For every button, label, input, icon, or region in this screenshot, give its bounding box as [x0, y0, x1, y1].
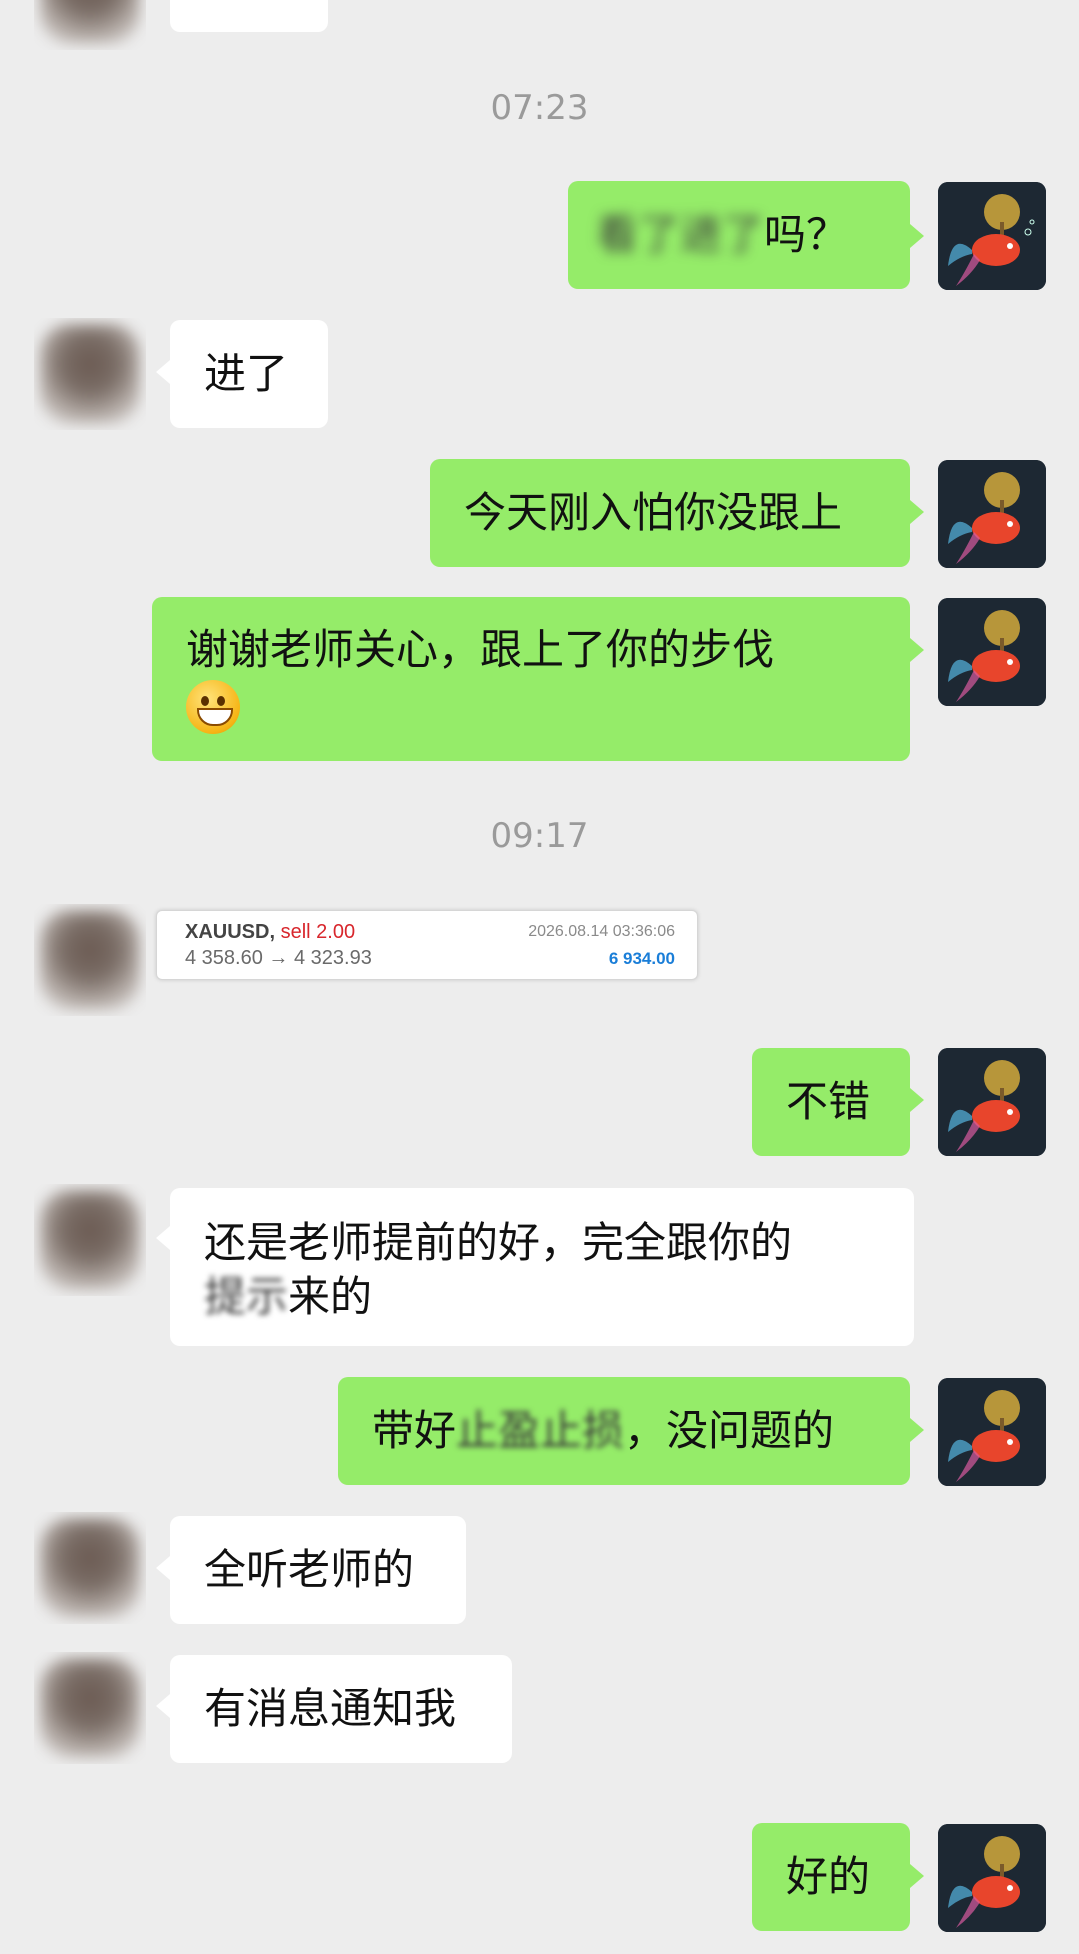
message-text: 有消息通知我: [204, 1684, 457, 1733]
contact-avatar[interactable]: [34, 1652, 146, 1764]
message-bubble[interactable]: 全听老师的: [170, 1516, 466, 1624]
timestamp: 07:23: [490, 88, 589, 128]
my-avatar[interactable]: [938, 182, 1046, 290]
bubble-tail: [156, 360, 170, 384]
goldfish-avatar-icon: [938, 460, 1046, 568]
message-text: 还是老师提前的好，完全跟你的: [204, 1218, 793, 1267]
message-text: 吗？: [764, 210, 849, 259]
message-text: 好的: [786, 1852, 871, 1901]
message-bubble[interactable]: 今天刚入怕你没跟上: [430, 459, 910, 567]
bubble-tail: [910, 1418, 924, 1442]
bubble-tail: [910, 638, 924, 662]
blurred-text: 看了进了: [596, 210, 765, 259]
contact-avatar[interactable]: [34, 0, 146, 50]
bubble-tail: [910, 500, 924, 524]
blurred-text: 止盈止损: [456, 1406, 625, 1455]
contact-avatar[interactable]: [34, 904, 146, 1016]
bubble-tail: [910, 1864, 924, 1888]
bubble-tail: [156, 1556, 170, 1580]
message-bubble-partial[interactable]: [170, 0, 328, 32]
message-text: ，没问题的: [624, 1406, 835, 1455]
goldfish-avatar-icon: [938, 598, 1046, 706]
bubble-tail: [156, 1226, 170, 1250]
my-avatar[interactable]: [938, 460, 1046, 568]
timestamp: 09:17: [490, 816, 589, 856]
message-text: 带好: [372, 1406, 457, 1455]
message-bubble[interactable]: 谢谢老师关心，跟上了你的步伐: [152, 597, 910, 761]
trade-datetime: 2026.08.14 03:36:06: [528, 923, 675, 940]
message-text: 进了: [204, 349, 289, 398]
message-bubble[interactable]: 不错: [752, 1048, 910, 1156]
contact-avatar[interactable]: [34, 1512, 146, 1624]
contact-avatar[interactable]: [34, 1184, 146, 1296]
goldfish-avatar-icon: [938, 1378, 1046, 1486]
message-text: 来的: [288, 1272, 373, 1321]
my-avatar[interactable]: [938, 1824, 1046, 1932]
blurred-text: 提示: [204, 1272, 289, 1321]
message-bubble[interactable]: 还是老师提前的好，完全跟你的 提示来的: [170, 1188, 914, 1346]
message-bubble[interactable]: 好的: [752, 1823, 910, 1931]
message-bubble[interactable]: 进了: [170, 320, 328, 428]
goldfish-avatar-icon: [938, 1048, 1046, 1156]
bubble-tail: [910, 224, 924, 248]
message-bubble[interactable]: 看了进了吗？: [568, 181, 910, 289]
contact-avatar[interactable]: [34, 318, 146, 430]
goldfish-avatar-icon: [938, 182, 1046, 290]
message-text: 谢谢老师关心，跟上了你的步伐: [186, 625, 775, 674]
trade-profit: 6 934.00: [608, 949, 675, 968]
message-text: 全听老师的: [204, 1545, 415, 1594]
my-avatar[interactable]: [938, 1378, 1046, 1486]
bubble-tail: [156, 1694, 170, 1718]
message-text: 不错: [786, 1077, 871, 1126]
message-text: 今天刚入怕你没跟上: [464, 488, 843, 537]
trade-screenshot-card[interactable]: XAUUSD, sell 2.00 4 358.60 → 4 323.93 20…: [156, 910, 698, 980]
my-avatar[interactable]: [938, 1048, 1046, 1156]
my-avatar[interactable]: [938, 598, 1046, 706]
goldfish-avatar-icon: [938, 1824, 1046, 1932]
grinning-emoji-icon: [186, 679, 240, 734]
trade-prices: 4 358.60 → 4 323.93: [185, 947, 372, 969]
message-bubble[interactable]: 有消息通知我: [170, 1655, 512, 1763]
trade-symbol: XAUUSD,: [185, 921, 276, 943]
trade-side: sell 2.00: [280, 921, 356, 943]
message-bubble[interactable]: 带好止盈止损，没问题的: [338, 1377, 910, 1485]
bubble-tail: [910, 1088, 924, 1112]
